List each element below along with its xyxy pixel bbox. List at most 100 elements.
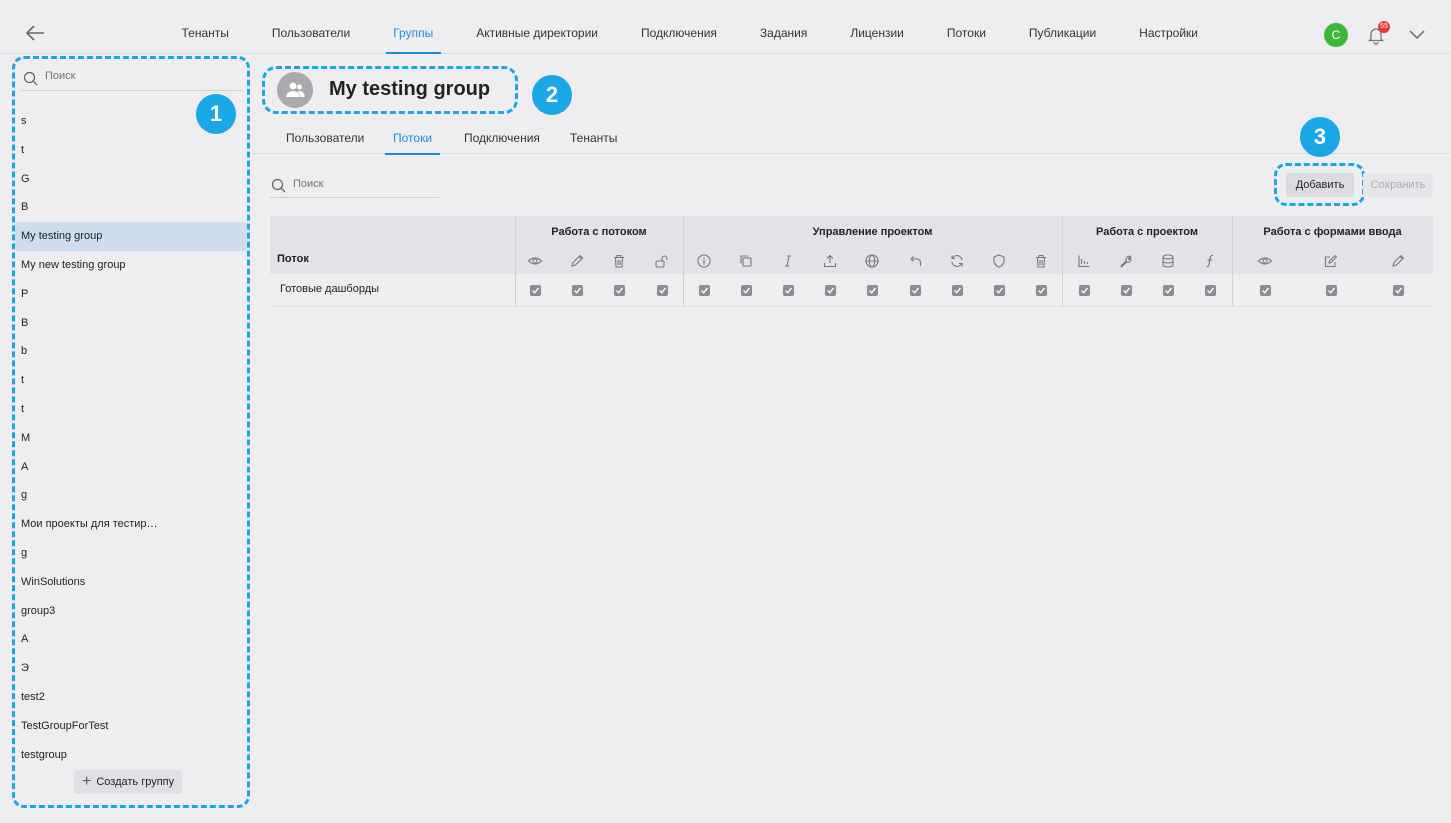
group-search (21, 67, 243, 91)
flow-search (270, 174, 439, 198)
callout-2: 2 (532, 75, 572, 115)
create-group-button[interactable]: + Создать группу (74, 770, 183, 794)
group-list-item[interactable]: WinSolutions (15, 568, 247, 597)
tab-tenants[interactable]: Тенанты (570, 125, 617, 154)
group-subtabs: Пользователи Потоки Подключения Тенанты (252, 125, 1451, 155)
permission-checkbox[interactable] (741, 285, 752, 296)
plus-icon: + (82, 773, 92, 790)
table-row: Готовые дашборды (270, 274, 1433, 307)
group-list-item[interactable]: testgroup (15, 741, 247, 770)
nav-item-active-directories[interactable]: Активные директории (455, 0, 620, 54)
group-list-item[interactable]: G (15, 165, 247, 194)
tab-flows[interactable]: Потоки (384, 125, 441, 155)
table-body: Готовые дашборды (270, 274, 1433, 307)
permission-checkbox[interactable] (1036, 285, 1047, 296)
flow-search-input[interactable] (293, 178, 433, 190)
group-list-item[interactable]: A (15, 453, 247, 482)
group-list-panel: stGBMy testing groupMy new testing group… (12, 56, 250, 808)
refresh-icon (951, 255, 963, 267)
permission-group-title: Работа с проектом (1096, 226, 1198, 238)
notification-badge: 55 (1378, 21, 1390, 33)
unlock-icon (655, 255, 668, 268)
permission-checkbox[interactable] (952, 285, 963, 296)
nav-item-users[interactable]: Пользователи (250, 0, 371, 54)
user-avatar[interactable]: С (1324, 23, 1348, 47)
chevron-down-icon[interactable] (1408, 27, 1426, 41)
group-list-item[interactable]: My new testing group (15, 251, 247, 280)
permissions-table: Поток Работа с потоком Управление проекто… (270, 216, 1433, 307)
group-list-item[interactable]: t (15, 395, 247, 424)
trash-icon (614, 254, 624, 268)
nav-item-tenants[interactable]: Тенанты (160, 0, 250, 54)
permission-checkbox[interactable] (1260, 285, 1271, 296)
permission-checkbox[interactable] (994, 285, 1005, 296)
tab-users[interactable]: Пользователи (286, 125, 364, 154)
edit-icon (1324, 254, 1338, 268)
group-list-item[interactable]: TestGroupForTest (15, 712, 247, 741)
function-icon (1206, 254, 1214, 268)
back-arrow-icon[interactable] (24, 22, 46, 44)
group-list-item[interactable]: My testing group (15, 222, 247, 251)
nav-item-tasks[interactable]: Задания (738, 0, 828, 54)
shield-icon (993, 254, 1005, 268)
copy-icon (740, 255, 752, 267)
trash-icon (1036, 254, 1046, 268)
group-list-item[interactable]: g (15, 539, 247, 568)
permission-checkbox[interactable] (825, 285, 836, 296)
group-header: My testing group (262, 66, 518, 114)
group-list-item[interactable]: B (15, 193, 247, 222)
permission-checkbox[interactable] (1393, 285, 1404, 296)
save-button[interactable]: Сохранить (1363, 173, 1433, 197)
group-list-item[interactable]: b (15, 337, 247, 366)
nav-item-licenses[interactable]: Лицензии (829, 0, 926, 54)
permission-checkbox[interactable] (1121, 285, 1132, 296)
users-icon (286, 82, 305, 97)
permission-checkbox[interactable] (657, 285, 668, 296)
flow-column-header: Поток (277, 253, 309, 265)
permission-checkbox[interactable] (1079, 285, 1090, 296)
permission-checkbox[interactable] (699, 285, 710, 296)
tab-connections[interactable]: Подключения (464, 125, 540, 154)
permission-checkbox[interactable] (530, 285, 541, 296)
database-icon (1162, 254, 1174, 268)
group-list-item[interactable]: t (15, 136, 247, 165)
permission-checkbox[interactable] (1326, 285, 1337, 296)
flow-name: Готовые дашборды (280, 283, 380, 295)
group-list: s t G B My testing group My new testing group… (15, 107, 247, 769)
permission-checkbox[interactable] (783, 285, 794, 296)
undo-icon (910, 256, 922, 266)
chart-icon (1078, 255, 1090, 268)
group-list-item[interactable]: A (15, 625, 247, 654)
group-list-item[interactable]: t (15, 366, 247, 395)
group-title: My testing group (329, 78, 491, 100)
group-search-input[interactable] (45, 70, 235, 82)
nav-item-groups[interactable]: Группы (372, 0, 455, 54)
top-navigation-bar: Тенанты Пользователи Группы Активные дир… (0, 0, 1451, 54)
table-header: Поток Работа с потоком Управление проекто… (270, 216, 1433, 307)
group-list-item[interactable]: g (15, 481, 247, 510)
pencil-icon (571, 254, 584, 267)
permission-checkbox[interactable] (572, 285, 583, 296)
permission-checkbox[interactable] (867, 285, 878, 296)
group-list-item[interactable]: Мои проекты для тестир… (15, 510, 247, 539)
nav-item-flows[interactable]: Потоки (925, 0, 1007, 54)
permission-checkbox[interactable] (1163, 285, 1174, 296)
permission-checkbox[interactable] (1205, 285, 1216, 296)
permission-checkbox[interactable] (910, 285, 921, 296)
group-list-item[interactable]: test2 (15, 683, 247, 712)
globe-icon (865, 254, 879, 268)
nav-item-connections[interactable]: Подключения (619, 0, 738, 54)
nav-item-publications[interactable]: Публикации (1007, 0, 1117, 54)
nav-item-settings[interactable]: Настройки (1118, 0, 1220, 54)
group-list-item[interactable]: M (15, 424, 247, 453)
group-list-item[interactable]: B (15, 309, 247, 338)
permission-checkbox[interactable] (614, 285, 625, 296)
add-button[interactable]: Добавить (1286, 173, 1354, 197)
pencil-icon (1392, 254, 1405, 267)
group-list-item[interactable]: group3 (15, 597, 247, 626)
group-list-item[interactable]: Э (15, 654, 247, 683)
group-list-item[interactable]: P (15, 280, 247, 309)
callout-3: 3 (1300, 117, 1340, 157)
info-icon (697, 254, 711, 268)
search-icon (23, 71, 38, 86)
